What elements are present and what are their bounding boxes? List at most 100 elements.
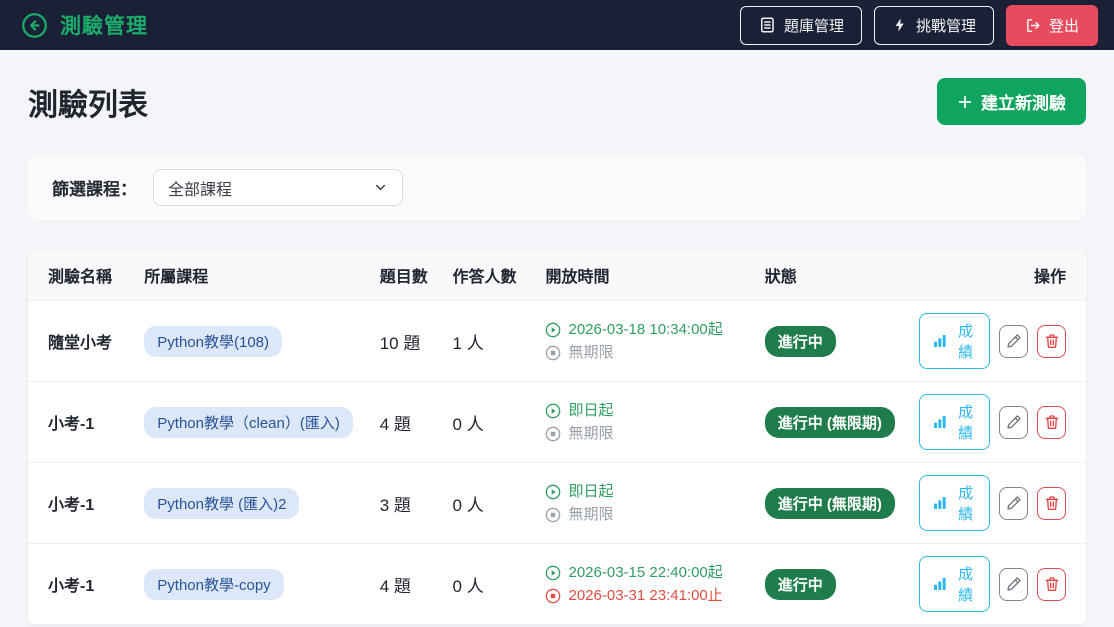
table-row: 隨堂小考 Python教學(108) 10 題 1 人 2026-03-18 1… [28, 301, 1086, 382]
plus-icon [957, 94, 973, 110]
quiz-table-card: 測驗名稱 所屬課程 題目數 作答人數 開放時間 狀態 操作 隨堂小考 Pytho… [28, 250, 1086, 624]
column-header-status: 狀態 [753, 250, 907, 301]
open-start-text: 2026-03-15 22:40:00起 [568, 561, 722, 584]
title-row: 測驗列表 建立新測驗 [28, 78, 1086, 125]
delete-button[interactable] [1037, 568, 1066, 601]
play-circle-icon [545, 322, 561, 338]
stop-circle-icon [545, 588, 561, 604]
quiz-table: 測驗名稱 所屬課程 題目數 作答人數 開放時間 狀態 操作 隨堂小考 Pytho… [28, 250, 1086, 624]
open-end-text: 無期限 [568, 422, 613, 445]
delete-button[interactable] [1037, 487, 1066, 520]
respondent-count: 0 人 [453, 496, 484, 515]
grades-label: 成績 [954, 320, 977, 362]
edit-button[interactable] [999, 406, 1028, 439]
quiz-name: 小考-1 [48, 416, 94, 433]
course-filter-select[interactable]: 全部課程 [153, 169, 403, 206]
bar-chart-icon [932, 333, 948, 349]
edit-button[interactable] [999, 568, 1028, 601]
status-badge: 進行中 (無限期) [765, 488, 895, 519]
create-quiz-button[interactable]: 建立新測驗 [937, 78, 1086, 125]
open-start-line: 2026-03-15 22:40:00起 [545, 561, 740, 584]
course-badge: Python教學 (匯入)2 [144, 488, 299, 519]
open-end-line: 2026-03-31 23:41:00止 [545, 584, 740, 607]
status-badge: 進行中 [765, 326, 836, 357]
quiz-name: 小考-1 [48, 497, 94, 514]
respondent-count: 0 人 [453, 577, 484, 596]
pencil-icon [1006, 414, 1022, 430]
course-badge: Python教學-copy [144, 569, 283, 600]
table-row: 小考-1 Python教學-copy 4 題 0 人 2026-03-15 22… [28, 544, 1086, 625]
quiz-list-page: 測驗列表 建立新測驗 篩選課程： 全部課程 [0, 50, 1114, 624]
grades-button[interactable]: 成績 [919, 313, 990, 369]
grades-label: 成績 [954, 482, 977, 524]
pencil-icon [1006, 495, 1022, 511]
quiz-name: 小考-1 [48, 578, 94, 595]
trash-icon [1044, 576, 1060, 592]
quiz-table-header: 測驗名稱 所屬課程 題目數 作答人數 開放時間 狀態 操作 [28, 250, 1086, 301]
column-header-open-time: 開放時間 [533, 250, 752, 301]
play-circle-icon [545, 565, 561, 581]
column-header-name: 測驗名稱 [28, 250, 132, 301]
respondent-count: 1 人 [453, 334, 484, 353]
open-end-text: 無期限 [568, 503, 613, 526]
grades-button[interactable]: 成績 [919, 394, 990, 450]
column-header-questions: 題目數 [368, 250, 441, 301]
open-end-line: 無期限 [545, 341, 740, 364]
stop-circle-icon [545, 345, 561, 361]
respondent-count: 0 人 [453, 415, 484, 434]
question-bank-list-icon [758, 16, 776, 34]
edit-button[interactable] [999, 487, 1028, 520]
challenge-button[interactable]: 挑戰管理 [874, 6, 994, 45]
lightning-icon [892, 17, 908, 33]
pencil-icon [1006, 333, 1022, 349]
open-end-text: 2026-03-31 23:41:00止 [568, 584, 722, 607]
delete-button[interactable] [1037, 325, 1066, 358]
table-row: 小考-1 Python教學（clean）(匯入) 4 題 0 人 即日起 [28, 382, 1086, 463]
open-end-line: 無期限 [545, 503, 740, 526]
topbar-right: 題庫管理 挑戰管理 登出 [740, 5, 1098, 46]
course-filter-card: 篩選課程： 全部課程 [28, 155, 1086, 220]
bar-chart-icon [932, 414, 948, 430]
topbar-left: 測驗管理 [20, 10, 148, 40]
open-start-line: 即日起 [545, 480, 740, 503]
course-badge: Python教學（clean）(匯入) [144, 407, 353, 438]
trash-icon [1044, 333, 1060, 349]
column-header-respondents: 作答人數 [441, 250, 534, 301]
play-circle-icon [545, 484, 561, 500]
question-bank-button[interactable]: 題庫管理 [740, 6, 862, 45]
grades-button[interactable]: 成績 [919, 556, 990, 612]
question-count: 10 題 [380, 334, 421, 353]
status-badge: 進行中 [765, 569, 836, 600]
course-filter-selected-value: 全部課程 [168, 176, 232, 200]
table-row: 小考-1 Python教學 (匯入)2 3 題 0 人 即日起 [28, 463, 1086, 544]
arrow-left-circle-icon [21, 12, 48, 39]
status-badge: 進行中 (無限期) [765, 407, 895, 438]
bar-chart-icon [932, 495, 948, 511]
edit-button[interactable] [999, 325, 1028, 358]
course-badge: Python教學(108) [144, 326, 282, 357]
filter-label: 篩選課程： [52, 175, 137, 200]
open-start-text: 即日起 [568, 480, 613, 503]
open-end-line: 無期限 [545, 422, 740, 445]
logout-label: 登出 [1049, 15, 1079, 36]
open-start-text: 即日起 [568, 399, 613, 422]
bar-chart-icon [932, 576, 948, 592]
open-start-text: 2026-03-18 10:34:00起 [568, 318, 722, 341]
grades-label: 成績 [954, 563, 977, 605]
question-count: 4 題 [380, 415, 411, 434]
logout-icon [1025, 17, 1042, 34]
back-button[interactable] [20, 11, 48, 39]
open-start-line: 即日起 [545, 399, 740, 422]
logout-button[interactable]: 登出 [1006, 5, 1098, 46]
stop-circle-icon [545, 507, 561, 523]
create-quiz-label: 建立新測驗 [981, 89, 1066, 114]
table-body: 隨堂小考 Python教學(108) 10 題 1 人 2026-03-18 1… [28, 301, 1086, 625]
open-end-text: 無期限 [568, 341, 613, 364]
column-header-course: 所屬課程 [132, 250, 367, 301]
chevron-down-icon [373, 180, 388, 195]
grades-button[interactable]: 成績 [919, 475, 990, 531]
grades-label: 成績 [954, 401, 977, 443]
question-count: 3 題 [380, 496, 411, 515]
delete-button[interactable] [1037, 406, 1066, 439]
stop-circle-icon [545, 426, 561, 442]
